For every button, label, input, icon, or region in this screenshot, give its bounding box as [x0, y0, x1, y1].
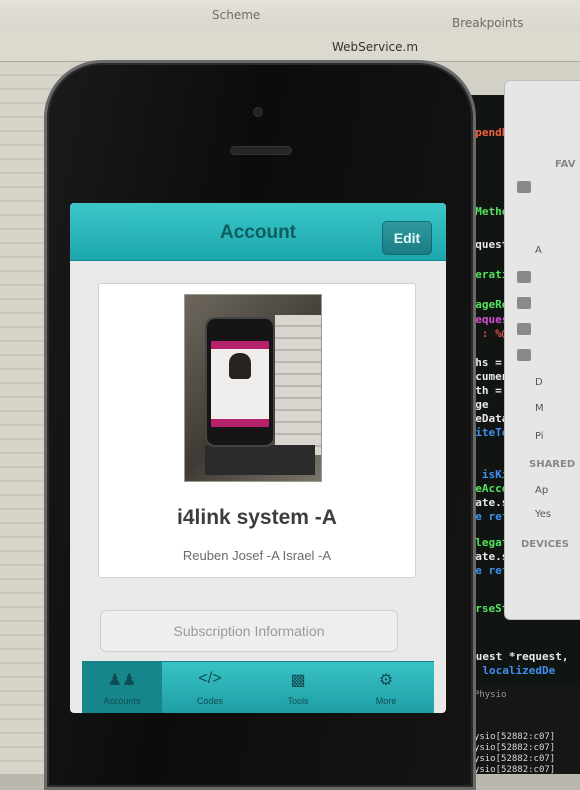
earpiece-speaker — [230, 146, 292, 155]
sidebar-item: Ap — [535, 485, 549, 496]
sidebar-item: A — [535, 245, 542, 256]
navigation-bar: Account Edit — [70, 203, 446, 261]
gear-icon: ⚙ — [378, 672, 394, 689]
sidebar-item: M — [535, 403, 544, 414]
xcode-tabbar: WebService.m — [0, 30, 580, 62]
users-icon: ♟♟ — [107, 672, 137, 689]
folder-icon — [517, 271, 531, 283]
account-photo — [184, 294, 322, 482]
tab-accounts[interactable]: ♟♟ Accounts — [82, 662, 162, 713]
sidebar-item: D — [535, 377, 543, 388]
folder-icon — [517, 181, 531, 193]
toolbar-breakpoints: Breakpoints — [452, 16, 524, 30]
tab-bar: ♟♟ Accounts </> Codes ▩ Tools ⚙ More — [82, 661, 434, 713]
edit-button[interactable]: Edit — [382, 221, 432, 255]
sidebar-heading-fav: FAV — [555, 159, 576, 170]
sidebar-heading-devices: DEVICES — [521, 539, 569, 550]
sidebar-heading-shared: SHARED — [529, 459, 576, 470]
tab-label: Codes — [196, 696, 223, 706]
file-tab: WebService.m — [332, 40, 419, 54]
toolbar-scheme: Scheme — [212, 8, 261, 22]
app-screen: Account Edit i4link system -A Reuben Jos… — [70, 203, 446, 713]
tab-codes[interactable]: </> Codes — [170, 662, 250, 713]
tools-icon: ▩ — [290, 672, 306, 689]
account-name: i4link system -A — [177, 506, 337, 529]
sidebar-item: Yes — [535, 509, 552, 520]
account-card: i4link system -A Reuben Josef -A Israel … — [98, 283, 416, 578]
folder-icon — [517, 323, 531, 335]
subscription-information-button[interactable]: Subscription Information — [100, 610, 398, 652]
code-icon: </> — [198, 670, 222, 687]
tab-label: Accounts — [103, 696, 141, 706]
folder-icon — [517, 349, 531, 361]
account-subtitle: Reuben Josef -A Israel -A — [182, 548, 332, 563]
tab-tools[interactable]: ▩ Tools — [258, 662, 338, 713]
tab-more[interactable]: ⚙ More — [346, 662, 426, 713]
finder-sidebar: FAV A D M Pi SHARED Ap Yes DEVICES — [504, 80, 580, 620]
sidebar-item: Pi — [535, 431, 544, 442]
tab-label: More — [375, 696, 397, 706]
folder-icon — [517, 297, 531, 309]
tab-label: Tools — [287, 696, 309, 706]
front-camera — [253, 107, 263, 117]
